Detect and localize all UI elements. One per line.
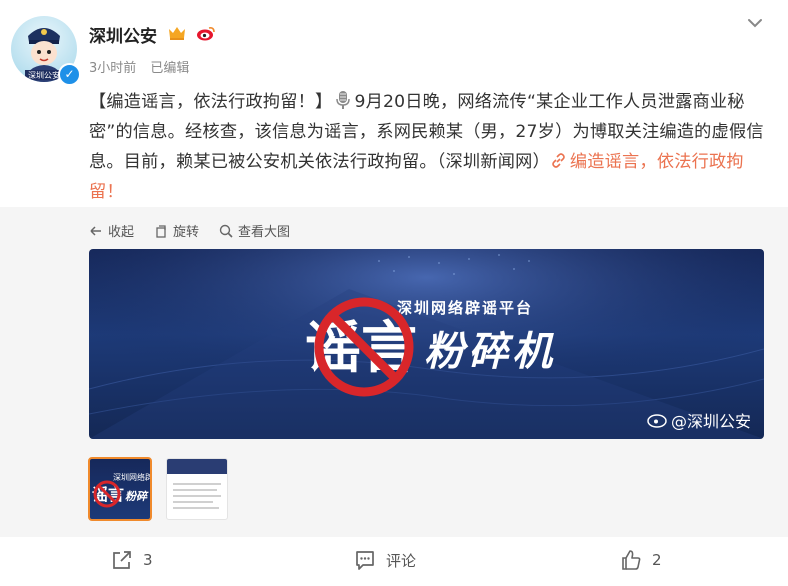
- svg-text:深圳网络辟谣: 深圳网络辟谣: [113, 472, 151, 482]
- media-toolbar: 收起 旋转 查看大图: [89, 221, 290, 240]
- crown-icon: [169, 27, 185, 40]
- svg-text:粉碎: 粉碎: [125, 490, 149, 503]
- view-large-label: 查看大图: [238, 225, 291, 240]
- weibo-logo-icon: [197, 27, 215, 41]
- collapse-button[interactable]: 收起: [89, 221, 134, 240]
- collapse-label: 收起: [108, 225, 135, 240]
- post-actions: 3 评论 2: [0, 537, 788, 586]
- microphone-icon: [336, 91, 351, 109]
- banner-platform-text: 深圳网络辟谣平台: [397, 299, 533, 317]
- post-meta: 3小时前 已编辑: [89, 57, 189, 76]
- link-icon: [552, 153, 565, 168]
- post-text: 【编造谣言，依法行政拘留！】 9月20日晚，网络流传“某企业工作人员泄露商业秘密…: [89, 87, 769, 207]
- thumbnail-strip: 深圳网络辟谣 谣言 粉碎: [88, 457, 228, 521]
- share-button[interactable]: 3: [111, 549, 153, 571]
- like-button[interactable]: 2: [620, 549, 662, 571]
- edited-label: 已编辑: [150, 61, 190, 76]
- share-icon: [113, 551, 131, 569]
- watermark-text: @深圳公安: [671, 412, 751, 431]
- rotate-icon: [156, 224, 166, 238]
- comment-icon: [356, 551, 374, 570]
- thumbs-up-icon: [622, 550, 641, 570]
- chevron-down-icon[interactable]: [744, 12, 766, 34]
- weibo-post-card: 深圳公安 ✓ 深圳公安 3小时前 已编辑 【编造谣言，依法行政拘留！】 9月20…: [0, 0, 788, 586]
- svg-text:深圳公安: 深圳公安: [28, 70, 60, 80]
- thumbnail-document: [167, 459, 227, 509]
- author-name[interactable]: 深圳公安: [89, 22, 157, 47]
- comment-label: 评论: [386, 551, 417, 570]
- verified-badge-icon: ✓: [58, 63, 81, 86]
- like-count: 2: [652, 551, 662, 569]
- collapse-icon: [90, 225, 101, 236]
- magnifier-icon: [219, 224, 233, 238]
- share-count: 3: [143, 551, 153, 569]
- rumor-crusher-banner: 深圳网络辟谣平台 谣言 粉碎机 @深圳公安: [89, 249, 764, 439]
- view-large-button[interactable]: 查看大图: [219, 221, 290, 240]
- post-time[interactable]: 3小时前: [89, 61, 136, 76]
- media-panel: 收起 旋转 查看大图 深圳网络辟谣平台 粉碎机 @深圳公安 深圳网络辟 粉碎: [0, 207, 788, 537]
- rotate-label: 旋转: [173, 225, 200, 240]
- post-headline: 【编造谣言，依法行政拘留！】: [89, 92, 333, 112]
- comment-button[interactable]: 评论: [354, 549, 416, 571]
- thumbnail-2[interactable]: [166, 458, 228, 520]
- banner-crusher-text: 粉碎机: [424, 328, 556, 375]
- main-image[interactable]: 深圳网络辟谣平台 谣言 粉碎机 @深圳公安: [89, 249, 764, 439]
- rotate-button[interactable]: 旋转: [154, 221, 199, 240]
- thumbnail-1[interactable]: 深圳网络辟谣 谣言 粉碎: [88, 457, 152, 521]
- thumbnail-banner: 深圳网络辟谣 谣言 粉碎: [92, 472, 151, 508]
